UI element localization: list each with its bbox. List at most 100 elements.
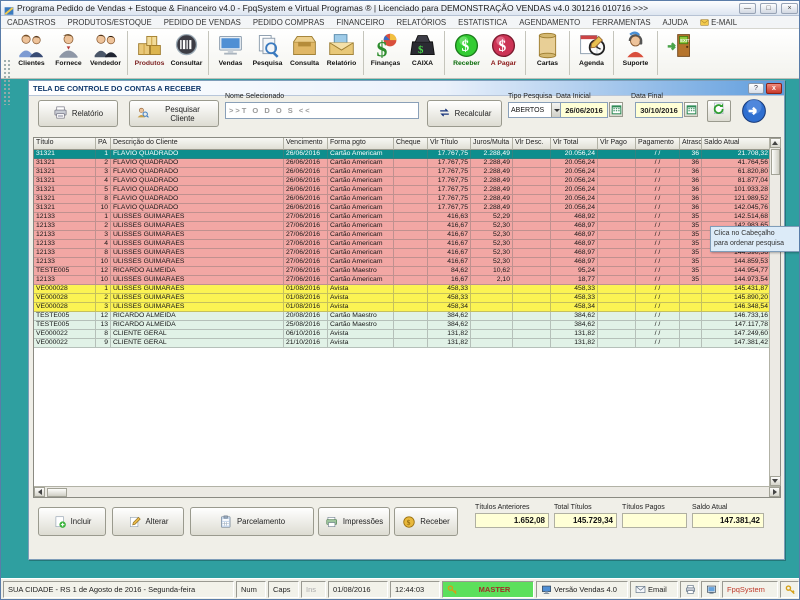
recalcular-button[interactable]: Recalcular: [427, 100, 502, 127]
menu-item-estatistica[interactable]: ESTATISTICA: [452, 18, 513, 27]
toolbar-button-consultar[interactable]: Consultar: [168, 29, 205, 77]
table-row-17[interactable]: VE0000282ULISSES GUIMARAES01/08/2016Avis…: [34, 294, 769, 303]
column-header-vlr-t-tulo[interactable]: Vlr Título: [428, 138, 471, 150]
toolbar-button-vendas[interactable]: Vendas: [212, 29, 249, 77]
minimize-button[interactable]: —: [739, 3, 756, 14]
toolbar-button-receber[interactable]: $Receber: [448, 29, 485, 77]
panel-close-button[interactable]: x: [766, 83, 782, 94]
column-header-vencimento[interactable]: Vencimento: [284, 138, 328, 150]
menu-item-produtos-estoque[interactable]: PRODUTOS/ESTOQUE: [62, 18, 158, 27]
table-row-18[interactable]: VE0000283ULISSES GUIMARAES01/08/2016Avis…: [34, 303, 769, 312]
horizontal-scrollbar[interactable]: [34, 486, 780, 497]
toolbar-button-financas[interactable]: $Finanças: [367, 29, 404, 77]
column-header-pagamento[interactable]: Pagamento: [636, 138, 680, 150]
tipo-pesquisa-dropdown[interactable]: ABERTOS: [508, 102, 562, 118]
table-row-22[interactable]: VE0000229CLIENTE GERAL21/10/2016Avista13…: [34, 339, 769, 348]
impressoes-button[interactable]: Impressões: [318, 507, 390, 536]
column-header-saldo-atual[interactable]: Saldo Atual: [702, 138, 769, 150]
table-row-1[interactable]: 313211FLÁVIO QUADRADO26/06/2016Cartão Am…: [34, 150, 769, 159]
table-row-20[interactable]: TESTE00513RICARDO ALMEIDA25/08/2016Cartã…: [34, 321, 769, 330]
table-row-11[interactable]: 121334ULISSES GUIMARAES27/06/2016Cartão …: [34, 240, 769, 249]
scroll-left-icon[interactable]: [34, 487, 45, 497]
menu-item-ajuda[interactable]: AJUDA: [657, 18, 695, 27]
horizontal-scroll-thumb[interactable]: [47, 488, 67, 497]
nome-selecionado-field[interactable]: >>T O D O S <<: [225, 102, 419, 119]
scroll-right-icon[interactable]: [769, 487, 780, 497]
incluir-button[interactable]: Incluir: [38, 507, 106, 536]
menu-item-ferramentas[interactable]: FERRAMENTAS: [586, 18, 656, 27]
table-row-19[interactable]: TESTE00512RICARDO ALMEIDA20/08/2016Cartã…: [34, 312, 769, 321]
column-header-cheque[interactable]: Cheque: [394, 138, 428, 150]
cell: 458,33: [551, 294, 598, 303]
vertical-scrollbar[interactable]: [769, 138, 780, 486]
toolbar-button-suporte[interactable]: Suporte: [617, 29, 654, 77]
toolbar-button-agenda[interactable]: Agenda: [573, 29, 610, 77]
confirm-arrow-button[interactable]: [741, 98, 767, 124]
table-row-16[interactable]: VE0000281ULISSES GUIMARAES01/08/2016Avis…: [34, 285, 769, 294]
table-row-8[interactable]: 121331ULISSES GUIMARAES27/06/2016Cartão …: [34, 213, 769, 222]
table-row-15[interactable]: 1213310ULISSES GUIMARAES27/06/2016Cartão…: [34, 276, 769, 285]
calendar-icon[interactable]: [684, 102, 698, 117]
vertical-scroll-thumb[interactable]: [771, 149, 780, 175]
table-row-4[interactable]: 313214FLÁVIO QUADRADO26/06/2016Cartão Am…: [34, 177, 769, 186]
refresh-button[interactable]: [707, 100, 731, 122]
menu-item-pedido-compras[interactable]: PEDIDO COMPRAS: [247, 18, 330, 27]
cell: 26/06/2016: [284, 168, 328, 177]
panel-help-button[interactable]: ?: [748, 83, 764, 94]
column-header-vlr-desc[interactable]: Vlr Desc.: [513, 138, 551, 150]
menu-item-agendamento[interactable]: AGENDAMENTO: [513, 18, 586, 27]
table-row-21[interactable]: VE0000228CLIENTE GERAL06/10/2016Avista13…: [34, 330, 769, 339]
parcelamento-button[interactable]: Parcelamento: [190, 507, 314, 536]
toolbar-button-sair[interactable]: EXIT: [661, 29, 698, 77]
calendar-icon[interactable]: [609, 102, 623, 117]
table-row-13[interactable]: 1213310ULISSES GUIMARAES27/06/2016Cartão…: [34, 258, 769, 267]
table-row-5[interactable]: 313215FLÁVIO QUADRADO26/06/2016Cartão Am…: [34, 186, 769, 195]
data-final-field[interactable]: 30/10/2016: [635, 102, 683, 118]
receber-action-button[interactable]: $Receber: [394, 507, 458, 536]
cell: 2: [96, 222, 111, 231]
column-header-atraso[interactable]: Atraso: [680, 138, 702, 150]
scroll-up-icon[interactable]: [770, 138, 781, 148]
toolbar-button-consulta[interactable]: Consulta: [286, 29, 323, 77]
table-row-3[interactable]: 313213FLÁVIO QUADRADO26/06/2016Cartão Am…: [34, 168, 769, 177]
toolbar-button-apagar[interactable]: $A Pagar: [485, 29, 522, 77]
alterar-button[interactable]: Alterar: [112, 507, 184, 536]
toolbar-button-caixa[interactable]: $CAIXA: [404, 29, 441, 77]
pesquisar-cliente-button[interactable]: Pesquisar Cliente: [129, 100, 219, 127]
table-body: 313211FLÁVIO QUADRADO26/06/2016Cartão Am…: [34, 150, 769, 486]
toolbar-button-cartas[interactable]: Cartas: [529, 29, 566, 77]
table-row-10[interactable]: 121333ULISSES GUIMARAES27/06/2016Cartão …: [34, 231, 769, 240]
data-inicial-field[interactable]: 26/06/2016: [560, 102, 608, 118]
table-row-6[interactable]: 313218FLÁVIO QUADRADO26/06/2016Cartão Am…: [34, 195, 769, 204]
column-header-forma-pgto[interactable]: Forma pgto: [328, 138, 394, 150]
toolbar-button-pesquisa[interactable]: Pesquisa: [249, 29, 286, 77]
toolbar-button-produtos[interactable]: Produtos: [131, 29, 168, 77]
table-row-7[interactable]: 3132110FLÁVIO QUADRADO26/06/2016Cartão A…: [34, 204, 769, 213]
menu-item-pedido-de-vendas[interactable]: PEDIDO DE VENDAS: [158, 18, 247, 27]
column-header-pa[interactable]: PA: [96, 138, 111, 150]
relatorio-button[interactable]: Relatório: [38, 100, 118, 127]
restore-button[interactable]: □: [760, 3, 777, 14]
close-button[interactable]: ×: [781, 3, 798, 14]
menu-item-label: ESTATISTICA: [458, 18, 507, 27]
menu-item-financeiro[interactable]: FINANCEIRO: [330, 18, 390, 27]
table-row-12[interactable]: 121338ULISSES GUIMARAES27/06/2016Cartão …: [34, 249, 769, 258]
column-header-vlr-pago[interactable]: Vlr Pago: [598, 138, 636, 150]
toolbar-grip[interactable]: [3, 59, 11, 105]
column-header-descri-o-do-cliente[interactable]: Descrição do Cliente: [111, 138, 284, 150]
table-row-2[interactable]: 313212FLÁVIO QUADRADO26/06/2016Cartão Am…: [34, 159, 769, 168]
column-header-t-tulo[interactable]: Título: [34, 138, 96, 150]
menu-item-relat-rios[interactable]: RELATÓRIOS: [390, 18, 452, 27]
table-row-14[interactable]: TESTE00512RICARDO ALMEIDA27/06/2016Cartã…: [34, 267, 769, 276]
table-row-9[interactable]: 121332ULISSES GUIMARAES27/06/2016Cartão …: [34, 222, 769, 231]
scroll-down-icon[interactable]: [770, 476, 781, 486]
column-header-juros-multa[interactable]: Juros/Multa: [471, 138, 513, 150]
menu-item-e-mail[interactable]: E-MAIL: [694, 18, 743, 27]
toolbar-button-fornece[interactable]: Fornece: [50, 29, 87, 77]
toolbar-button-clientes[interactable]: Clientes: [13, 29, 50, 77]
cell: 384,62: [428, 312, 471, 321]
column-header-vlr-total[interactable]: Vlr Total: [551, 138, 598, 150]
toolbar-button-relatorio[interactable]: Relatório: [323, 29, 360, 77]
menu-item-cadastros[interactable]: CADASTROS: [1, 18, 62, 27]
toolbar-button-vendedor[interactable]: Vendedor: [87, 29, 124, 77]
